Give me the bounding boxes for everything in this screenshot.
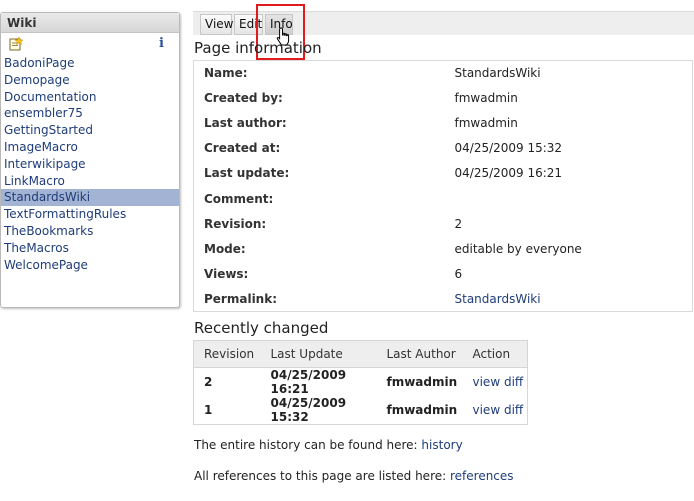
info-row: Revision: 2	[194, 211, 693, 236]
sidebar-toolbar: i	[1, 33, 179, 55]
info-row: Views: 6	[194, 261, 693, 286]
history-action: view diff	[463, 368, 528, 397]
sidebar-page-link[interactable]: Documentation	[1, 89, 179, 106]
info-value: 04/25/2009 15:32	[454, 141, 563, 156]
info-label: Name:	[204, 66, 248, 81]
info-label: Mode:	[204, 241, 246, 256]
sidebar-page-link[interactable]: GettingStarted	[1, 122, 179, 139]
sidebar-page-link[interactable]: TextFormattingRules	[1, 206, 179, 223]
page-list: BadoniPage Demopage Documentation ensembler…	[1, 55, 179, 273]
info-value: 04/25/2009 16:21	[454, 166, 563, 181]
info-row: Created by: fmwadmin	[194, 86, 693, 111]
info-label: Created at:	[204, 141, 281, 156]
references-note-text: All references to this page are listed h…	[194, 469, 450, 483]
sidebar-title: Wiki	[1, 13, 179, 33]
view-diff-link[interactable]: view diff	[473, 403, 524, 417]
history-last-author: fmwadmin	[386, 375, 458, 389]
info-value: StandardsWiki	[454, 66, 541, 81]
info-value: fmwadmin	[454, 91, 518, 106]
info-row: Last author: fmwadmin	[194, 111, 693, 136]
recent-title: Recently changed	[194, 319, 329, 337]
col-header-revision: Revision	[193, 340, 261, 368]
col-header-last-update: Last Update	[260, 340, 377, 368]
info-row: Created at: 04/25/2009 15:32	[194, 136, 693, 161]
col-header-last-author: Last Author	[376, 340, 463, 368]
info-label: Created by:	[204, 91, 283, 106]
view-diff-link[interactable]: view diff	[473, 375, 524, 389]
sidebar-page-link[interactable]: WelcomePage	[1, 257, 179, 274]
new-page-icon[interactable]	[9, 37, 23, 51]
info-value: StandardsWiki	[445, 286, 693, 311]
info-row: Mode: editable by everyone	[194, 236, 693, 261]
info-label: Revision:	[204, 216, 267, 231]
info-icon[interactable]: i	[159, 36, 167, 51]
info-row: Comment:	[194, 186, 693, 211]
info-row: Name: StandardsWiki	[194, 61, 693, 86]
history-action: view diff	[463, 396, 528, 425]
history-note-text: The entire history can be found here:	[194, 438, 422, 452]
history-last-author: fmwadmin	[386, 403, 458, 417]
info-label: Last update:	[204, 166, 290, 181]
permalink-link[interactable]: StandardsWiki	[455, 292, 541, 306]
wiki-sidebar: Wiki i BadoniPage Demopage Documentation en…	[0, 12, 180, 308]
sidebar-page-link[interactable]: Interwikipage	[1, 156, 179, 173]
info-label: Comment:	[204, 191, 274, 206]
history-table: Revision Last Update Last Author Action …	[193, 340, 528, 425]
sidebar-page-link[interactable]: StandardsWiki	[1, 189, 179, 207]
history-row: 2 04/25/2009 16:21 fmwadmin view diff	[194, 368, 528, 397]
info-value: fmwadmin	[454, 116, 518, 131]
sidebar-page-link[interactable]: ImageMacro	[1, 139, 179, 156]
info-value: editable by everyone	[454, 241, 582, 256]
info-value: 2	[454, 216, 463, 231]
info-label: Permalink:	[204, 291, 278, 306]
sidebar-page-link[interactable]: ensembler75	[1, 105, 179, 122]
history-revision: 2	[204, 375, 213, 389]
history-note: The entire history can be found here: hi…	[194, 438, 463, 452]
history-link[interactable]: history	[421, 438, 462, 452]
history-last-update: 04/25/2009 15:32	[270, 396, 347, 424]
sidebar-page-link[interactable]: TheMacros	[1, 240, 179, 257]
references-note: All references to this page are listed h…	[194, 469, 514, 483]
info-value	[445, 186, 693, 211]
info-row: Permalink: StandardsWiki	[194, 286, 693, 311]
history-revision: 1	[204, 403, 213, 417]
info-label: Last author:	[204, 116, 287, 131]
page-info-table: Name: StandardsWiki Created by: fmwadmin Las…	[193, 60, 693, 312]
sidebar-page-link[interactable]: BadoniPage	[1, 55, 179, 72]
info-label: Views:	[204, 266, 249, 281]
col-header-action: Action	[462, 340, 528, 368]
history-row: 1 04/25/2009 15:32 fmwadmin view diff	[194, 396, 528, 425]
sidebar-page-link[interactable]: Demopage	[1, 72, 179, 89]
info-row: Last update: 04/25/2009 16:21	[194, 161, 693, 186]
history-last-update: 04/25/2009 16:21	[270, 368, 347, 396]
tab-view[interactable]: View	[200, 14, 233, 35]
references-link[interactable]: references	[450, 469, 514, 483]
sidebar-page-link[interactable]: LinkMacro	[1, 173, 179, 190]
info-value: 6	[454, 266, 463, 281]
sidebar-page-link[interactable]: TheBookmarks	[1, 223, 179, 240]
page-info-title: Page information	[194, 39, 322, 57]
